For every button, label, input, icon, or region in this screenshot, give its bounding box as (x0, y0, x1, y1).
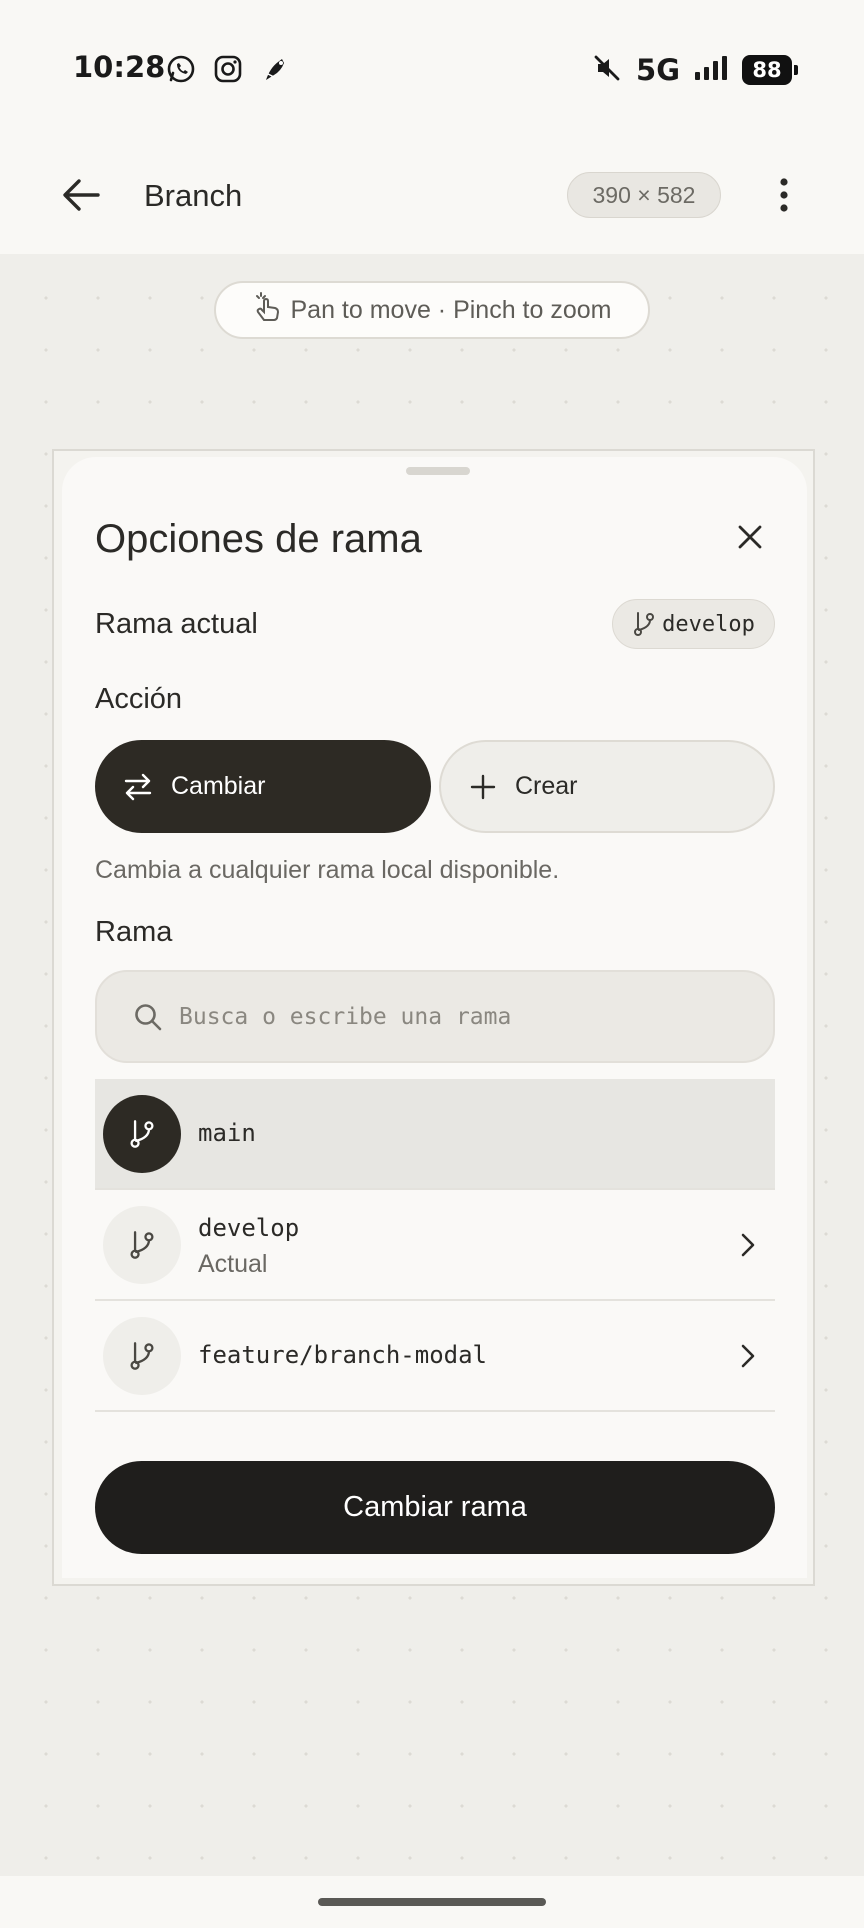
search-placeholder: Busca o escribe una rama (179, 1003, 512, 1030)
branch-avatar (103, 1095, 181, 1173)
network-label: 5G (636, 53, 680, 87)
signal-icon (694, 55, 728, 86)
branch-avatar (103, 1206, 181, 1284)
chevron-right-icon (733, 1228, 763, 1262)
whatsapp-icon (166, 54, 196, 84)
branch-subtitle: Actual (198, 1250, 268, 1278)
status-right-group: 5G 88 (592, 52, 798, 88)
sheet-title: Opciones de rama (95, 517, 422, 561)
git-branch-icon (130, 1342, 154, 1370)
swap-icon (124, 773, 152, 800)
branch-row-main[interactable]: main (95, 1079, 775, 1190)
branch-avatar (103, 1317, 181, 1395)
branch-list[interactable]: main develop Actual feature/branch-modal (95, 1079, 775, 1425)
dimensions-chip[interactable]: 390 × 582 (567, 172, 721, 218)
preview-frame: Opciones de rama Rama actual develop Acc… (52, 449, 815, 1586)
git-branch-icon (130, 1231, 154, 1259)
close-button[interactable] (730, 517, 770, 557)
action-label: Acción (95, 683, 183, 715)
plus-icon (470, 774, 496, 799)
current-branch-label: Rama actual (95, 608, 258, 640)
touch-gesture-icon (253, 291, 281, 329)
git-branch-icon (130, 1120, 154, 1148)
page-title: Branch (144, 178, 243, 213)
branch-row-partial (95, 1412, 775, 1425)
search-icon (135, 1003, 162, 1030)
branch-row-develop[interactable]: develop Actual (95, 1190, 775, 1301)
switch-action-label: Cambiar (171, 772, 266, 800)
switch-branch-button[interactable]: Cambiar rama (95, 1461, 775, 1554)
create-action-button[interactable]: Crear (439, 740, 775, 833)
battery-indicator: 88 (742, 55, 798, 85)
branch-row-feature[interactable]: feature/branch-modal (95, 1301, 775, 1412)
branch-name: feature/branch-modal (198, 1341, 487, 1369)
instagram-icon (213, 54, 243, 84)
system-nav-bar (0, 1876, 864, 1928)
branch-name: main (198, 1119, 256, 1147)
preview-canvas[interactable]: Pan to move · Pinch to zoom Opciones de … (0, 254, 864, 1876)
app-bar: Branch 390 × 582 (0, 140, 864, 254)
more-vertical-icon (780, 178, 788, 212)
status-time: 10:28 (73, 50, 166, 84)
pan-zoom-hint: Pan to move · Pinch to zoom (214, 281, 650, 339)
current-branch-name: develop (662, 611, 755, 637)
branch-options-sheet: Opciones de rama Rama actual develop Acc… (62, 457, 807, 1578)
mute-icon (592, 53, 622, 88)
chevron-right-icon (733, 1339, 763, 1373)
create-action-label: Crear (515, 772, 578, 800)
status-bar: 10:28 5G 88 (0, 0, 864, 140)
more-options-button[interactable] (762, 172, 806, 218)
action-helper-text: Cambia a cualquier rama local disponible… (95, 856, 560, 884)
sheet-drag-handle[interactable] (406, 467, 470, 475)
notification-app-icon (260, 54, 290, 84)
close-icon (738, 525, 762, 549)
switch-action-button[interactable]: Cambiar (95, 740, 431, 833)
current-branch-chip: develop (612, 599, 775, 649)
branch-section-label: Rama (95, 916, 173, 948)
branch-name: develop (198, 1214, 300, 1242)
back-button[interactable] (58, 172, 104, 218)
branch-search-input[interactable]: Busca o escribe una rama (95, 970, 775, 1063)
arrow-left-icon (63, 179, 100, 211)
hint-text: Pan to move · Pinch to zoom (290, 295, 612, 324)
home-gesture-handle[interactable] (318, 1898, 546, 1906)
git-branch-icon (634, 612, 655, 636)
